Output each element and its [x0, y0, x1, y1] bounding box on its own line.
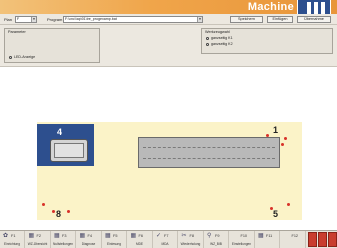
insert-button[interactable]: Einfügen [267, 16, 293, 23]
fkey-code: F10 [240, 234, 248, 238]
program-path-value: F:\cnc\\ap\01\ire_progexamp.bat [65, 17, 117, 21]
app-title: Machine [247, 1, 294, 13]
fkey-f5-button[interactable]: ▦ F5 Einlesung [102, 231, 127, 248]
scissors-icon: ✂ [181, 233, 187, 239]
workpiece-large[interactable] [138, 137, 280, 168]
plan-select[interactable]: F ▼ [15, 16, 37, 23]
program-path-field[interactable]: F:\cnc\\ap\01\ire_progexamp.bat ▼ [63, 16, 203, 23]
fkey-label: WZ-Übersicht [27, 242, 48, 246]
zone-label-1: 1 [273, 125, 279, 135]
tool-option-k1[interactable]: ganzseitig K1 [206, 36, 233, 41]
grid-icon: ▦ [105, 233, 111, 239]
radio-icon [206, 36, 209, 40]
fkey-f1-button[interactable]: ✿ F1 Einrichtung [0, 231, 25, 248]
search-icon: ⚲ [207, 233, 212, 239]
apply-button[interactable]: Übernahme [297, 16, 331, 23]
fkey-f11-button[interactable]: ▦ F11 [255, 231, 280, 248]
dashed-line [143, 147, 275, 148]
fkey-code: F7 [164, 234, 169, 238]
save-button[interactable]: Speichern [230, 16, 263, 23]
fkey-code: F4 [87, 234, 92, 238]
help-tiles [306, 232, 337, 248]
marker-dot [270, 207, 273, 210]
workpiece-small-inner [54, 143, 84, 158]
marker-dot [42, 203, 45, 206]
fkey-f8-button[interactable]: ✂ F8 Wiederholung [179, 231, 204, 248]
settings-panel: Parameter LED-Anzeige Werkzeugwahl ganzs… [0, 25, 337, 67]
fkey-label: MDE [135, 242, 144, 246]
help-tile[interactable] [328, 232, 337, 247]
machine-bed[interactable]: 4 1 8 5 [37, 122, 302, 220]
fkey-label: Nullstellungen [52, 242, 74, 246]
fkey-f7-button[interactable]: ✓ F7 MDA [153, 231, 178, 248]
fkey-label: Einlesung [107, 242, 121, 246]
fkey-label: MDA [161, 242, 169, 246]
zone-label-4: 4 [57, 127, 63, 137]
fkey-label: Einstellungen [231, 242, 252, 246]
program-toolbar: Plan F ▼ Program F:\cnc\\ap\01\ire_proge… [0, 14, 337, 25]
fkey-label: Einrichtung [4, 242, 20, 246]
dashed-line [143, 158, 275, 159]
fkey-code: F11 [266, 234, 273, 238]
program-label: Program [47, 17, 63, 22]
help-tile[interactable] [318, 232, 327, 247]
parameter-group-title: Parameter [8, 30, 26, 34]
marker-dot [287, 203, 290, 206]
fkey-code: F9 [215, 234, 220, 238]
marker-dot [52, 210, 55, 213]
tool-option-k1-label: ganzseitig K1 [211, 36, 233, 40]
function-key-bar: ✿ F1 Einrichtung ▦ F2 WZ-Übersicht ▦ F3 Nullstel… [0, 230, 337, 248]
fkey-code: F5 [113, 234, 118, 238]
fkey-label: Wiederholung [180, 242, 201, 246]
radio-icon [9, 55, 12, 59]
grid-icon: ▦ [54, 233, 60, 239]
title-bar: Machine [0, 0, 337, 16]
fkey-f6-button[interactable]: ▦ F6 MDE [128, 231, 153, 248]
machine-canvas: 4 1 8 5 [0, 67, 337, 230]
workpiece-small[interactable] [50, 139, 88, 162]
fkey-code: F3 [62, 234, 67, 238]
tool-icon: ✿ [3, 233, 9, 239]
grid-icon: ▦ [258, 233, 264, 239]
fkey-code: F6 [138, 234, 143, 238]
led-display-label: LED-Anzeige [14, 55, 36, 59]
fkey-code: F8 [189, 234, 194, 238]
grid-icon: ▦ [79, 233, 86, 239]
zone-label-5: 5 [273, 209, 279, 219]
tool-option-k2[interactable]: ganzseitig K2 [206, 42, 233, 47]
plan-label: Plan [4, 17, 13, 22]
tool-option-k2-label: ganzseitig K2 [211, 42, 233, 46]
fkey-f3-button[interactable]: ▦ F3 Nullstellungen [51, 231, 76, 248]
fkey-code: F1 [11, 234, 16, 238]
fkey-code: F12 [291, 234, 299, 238]
tool-selection-title: Werkzeugwahl [205, 30, 230, 34]
radio-icon [206, 42, 209, 46]
chevron-down-icon: ▼ [197, 17, 202, 22]
fkey-f12-button[interactable]: F12 [281, 231, 306, 248]
marker-dot [67, 210, 70, 213]
fkey-f9-button[interactable]: ⚲ F9 WZ_BIB [204, 231, 229, 248]
fkey-code: F2 [36, 234, 41, 238]
tool-selection-group: Werkzeugwahl ganzseitig K1 ganzseitig K2 [201, 28, 333, 54]
fkey-f10-button[interactable]: F10 Einstellungen [230, 231, 255, 248]
fkey-f2-button[interactable]: ▦ F2 WZ-Übersicht [26, 231, 51, 248]
fkey-label: WZ_BIB [210, 242, 222, 246]
fkey-label: Diagnose [81, 242, 96, 246]
parameter-group: Parameter LED-Anzeige [4, 28, 100, 63]
marker-dot [284, 137, 287, 140]
zone-label-8: 8 [56, 209, 62, 219]
marker-dot [281, 143, 284, 146]
plan-value: F [17, 17, 20, 21]
led-display-option[interactable]: LED-Anzeige [9, 55, 35, 60]
grid-icon: ▦ [28, 233, 35, 239]
grid-icon: ▦ [130, 233, 137, 239]
help-tile[interactable] [308, 232, 317, 247]
fkey-f4-button[interactable]: ▦ F4 Diagnose [77, 231, 102, 248]
chevron-down-icon: ▼ [31, 17, 36, 22]
check-icon: ✓ [156, 233, 162, 239]
marker-dot [266, 134, 269, 137]
